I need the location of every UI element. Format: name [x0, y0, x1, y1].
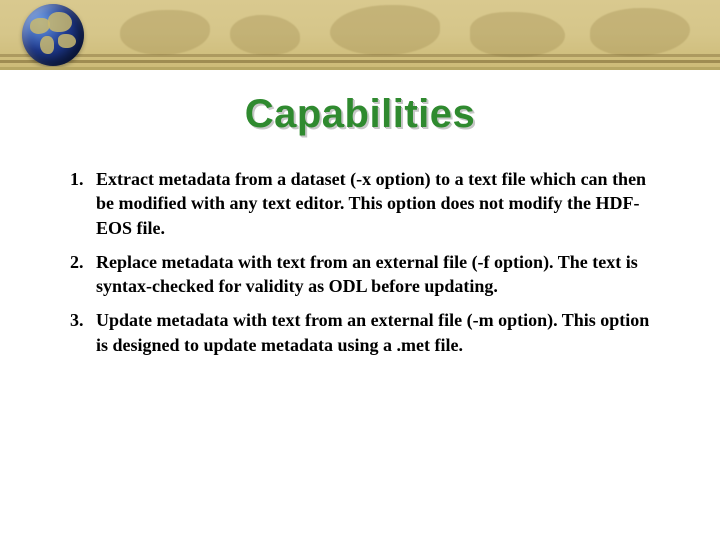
list-item: 2. Replace metadata with text from an ex…	[70, 250, 650, 299]
page-title: Capabilities	[0, 92, 720, 137]
list-item: 1. Extract metadata from a dataset (-x o…	[70, 167, 650, 240]
item-text: Extract metadata from a dataset (-x opti…	[96, 167, 650, 240]
map-silhouette	[330, 5, 440, 55]
item-text: Replace metadata with text from an exter…	[96, 250, 650, 299]
banner	[0, 0, 720, 70]
item-text: Update metadata with text from an extern…	[96, 308, 650, 357]
item-number: 2.	[70, 250, 96, 299]
banner-stripe	[0, 54, 720, 57]
map-silhouette	[120, 10, 210, 55]
map-silhouette	[230, 15, 300, 55]
list-item: 3. Update metadata with text from an ext…	[70, 308, 650, 357]
map-silhouette	[590, 8, 690, 56]
globe-icon	[22, 4, 84, 66]
map-silhouette	[470, 12, 565, 57]
item-number: 3.	[70, 308, 96, 357]
banner-stripe	[0, 60, 720, 63]
item-number: 1.	[70, 167, 96, 240]
capabilities-list: 1. Extract metadata from a dataset (-x o…	[70, 167, 650, 357]
